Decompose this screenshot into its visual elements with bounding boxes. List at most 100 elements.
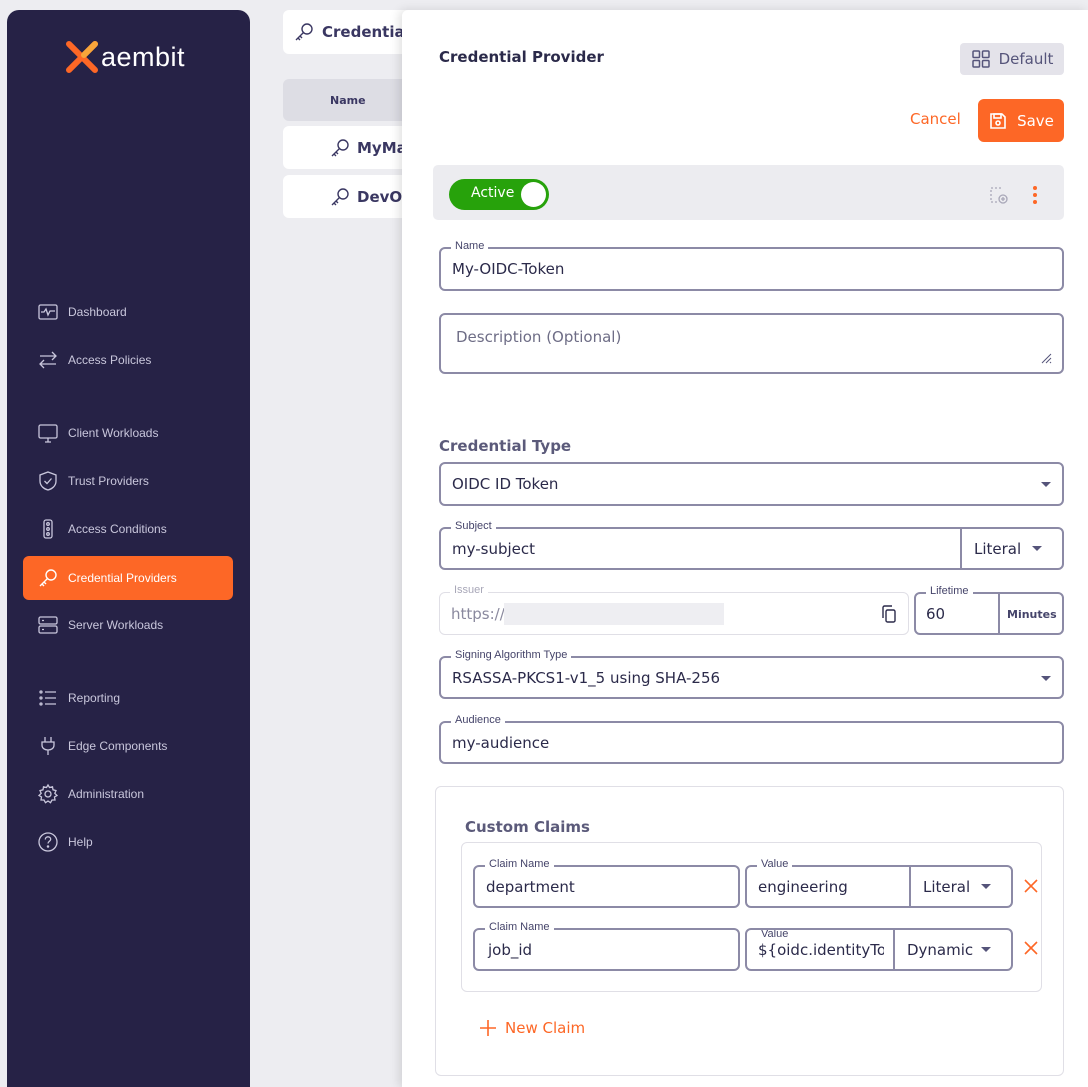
claim-name-value: department <box>486 878 575 896</box>
save-button-label: Save <box>1017 111 1054 130</box>
chevron-down-icon[interactable] <box>981 947 991 952</box>
claim-name-field[interactable]: Claim Name department <box>473 858 740 908</box>
name-field-value: My-OIDC-Token <box>452 260 565 278</box>
add-tag-icon[interactable] <box>987 184 1009 206</box>
sidebar-item-help[interactable]: Help <box>23 820 233 864</box>
custom-claims-heading: Custom Claims <box>465 818 590 836</box>
sidebar-item-credential-providers[interactable]: Credential Providers <box>23 556 233 600</box>
toggle-knob <box>521 182 546 207</box>
signing-algorithm-select[interactable]: Signing Algorithm Type RSASSA-PKCS1-v1_5… <box>439 649 1064 699</box>
sidebar-item-label: Help <box>68 835 93 849</box>
sidebar-item-label: Credential Providers <box>68 571 177 585</box>
sidebar-item-label: Reporting <box>68 691 121 705</box>
sidebar: aembit Dashboard Access Policies Client … <box>7 10 250 1087</box>
claim-value-value: engineering <box>758 878 848 896</box>
lifetime-unit: Minutes <box>1007 608 1057 621</box>
help-icon <box>38 832 58 852</box>
credential-provider-panel: Credential Provider Default Cancel Save … <box>402 10 1088 1087</box>
panel-title: Credential Provider <box>439 48 604 66</box>
default-button-label: Default <box>998 50 1054 68</box>
plug-icon <box>41 737 55 755</box>
traffic-light-icon <box>43 519 53 539</box>
divider <box>909 867 911 906</box>
credential-type-heading: Credential Type <box>439 437 572 455</box>
subject-field-label: Subject <box>451 520 496 532</box>
active-toggle[interactable]: Active <box>449 179 549 210</box>
sidebar-item-reporting[interactable]: Reporting <box>23 676 233 720</box>
row-name: MyMa <box>357 138 407 157</box>
claim-name-field[interactable]: Claim Name job_id <box>473 921 740 971</box>
claim-value-label: Value <box>757 858 793 870</box>
divider <box>893 930 895 969</box>
redacted-url <box>504 603 724 625</box>
audience-field-label: Audience <box>451 714 505 726</box>
audience-field[interactable]: Audience my-audience <box>439 714 1064 764</box>
description-field[interactable]: Description (Optional) <box>439 313 1064 374</box>
sidebar-item-access-conditions[interactable]: Access Conditions <box>23 507 233 551</box>
claim-value-field[interactable]: Value engineering Literal <box>745 858 1013 908</box>
name-field-label: Name <box>451 240 489 252</box>
lifetime-field-value: 60 <box>926 605 946 623</box>
remove-claim-icon[interactable] <box>1023 940 1039 956</box>
chevron-down-icon[interactable] <box>981 884 991 889</box>
claim-value-label: Value <box>757 930 793 940</box>
sidebar-item-access-policies[interactable]: Access Policies <box>23 338 233 382</box>
sidebar-item-trust-providers[interactable]: Trust Providers <box>23 459 233 503</box>
sidebar-item-label: Access Policies <box>68 353 152 367</box>
new-claim-button[interactable]: New Claim <box>479 1019 585 1037</box>
claim-value-field[interactable]: Value ${oidc.identityTok Dynamic <box>745 928 1013 971</box>
issuer-field-label: Issuer <box>450 584 488 596</box>
divider <box>960 529 962 568</box>
chevron-down-icon[interactable] <box>1032 546 1042 551</box>
sidebar-item-administration[interactable]: Administration <box>23 772 233 816</box>
claims-list: Claim Name department Value engineering … <box>461 842 1042 992</box>
credential-type-select[interactable]: OIDC ID Token <box>439 462 1064 506</box>
new-claim-label: New Claim <box>505 1019 586 1037</box>
sidebar-item-label: Dashboard <box>68 305 127 319</box>
name-field[interactable]: Name My-OIDC-Token <box>439 240 1064 291</box>
claim-name-value: job_id <box>488 941 533 959</box>
resize-handle-icon[interactable] <box>1040 352 1052 364</box>
remove-claim-icon[interactable] <box>1023 878 1039 894</box>
sidebar-item-label: Administration <box>68 787 145 801</box>
page-title-text: Credential <box>322 23 410 41</box>
copy-icon[interactable] <box>879 604 899 624</box>
subject-field[interactable]: Subject my-subject Literal <box>439 520 1064 570</box>
claim-mode-value[interactable]: Literal <box>923 878 970 896</box>
claim-mode-value[interactable]: Dynamic <box>907 941 973 959</box>
grid-icon <box>971 50 990 68</box>
cancel-button[interactable]: Cancel <box>910 110 961 128</box>
signing-algorithm-value: RSASSA-PKCS1-v1_5 using SHA-256 <box>452 669 721 687</box>
signing-algorithm-label: Signing Algorithm Type <box>451 649 572 661</box>
chevron-down-icon <box>1041 676 1051 681</box>
list-icon <box>39 690 56 706</box>
more-options-icon[interactable] <box>1029 184 1041 206</box>
dashboard-icon <box>38 304 58 320</box>
sidebar-item-dashboard[interactable]: Dashboard <box>23 290 233 334</box>
sidebar-item-server-workloads[interactable]: Server Workloads <box>23 603 233 647</box>
divider <box>998 594 1000 633</box>
logo-text: aembit <box>101 41 186 72</box>
status-bar: Active <box>433 165 1064 220</box>
monitor-icon <box>38 424 58 443</box>
sidebar-item-label: Client Workloads <box>68 426 159 440</box>
credential-type-value: OIDC ID Token <box>452 475 559 493</box>
issuer-field: Issuer https:// <box>439 584 909 635</box>
gear-icon <box>37 783 59 804</box>
server-icon <box>38 616 58 634</box>
claim-name-label: Claim Name <box>485 858 554 870</box>
lifetime-field[interactable]: Lifetime 60 Minutes <box>914 585 1064 635</box>
logo-mark-icon <box>65 40 99 74</box>
sidebar-item-client-workloads[interactable]: Client Workloads <box>23 411 233 455</box>
sidebar-item-label: Server Workloads <box>68 618 164 632</box>
aembit-logo[interactable]: aembit <box>65 40 185 74</box>
save-button[interactable]: Save <box>978 99 1064 142</box>
subject-field-value: my-subject <box>452 540 536 558</box>
chevron-down-icon <box>1041 482 1051 487</box>
claim-value-value: ${oidc.identityTok <box>758 941 884 959</box>
subject-mode-value[interactable]: Literal <box>974 540 1021 558</box>
save-icon <box>990 112 1006 129</box>
default-button[interactable]: Default <box>960 43 1064 75</box>
custom-claims-section: Custom Claims Claim Name department Valu… <box>435 786 1064 1076</box>
sidebar-item-edge-components[interactable]: Edge Components <box>23 724 233 768</box>
